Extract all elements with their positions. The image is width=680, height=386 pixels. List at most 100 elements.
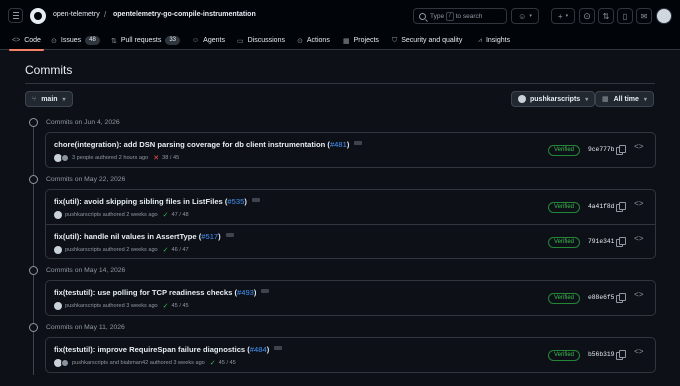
tab-security[interactable]: ⛉ Security and quality (392, 31, 462, 50)
browse-code-icon[interactable]: <> (634, 348, 644, 357)
check-count[interactable]: 47 / 48 (172, 212, 189, 218)
github-logo-icon[interactable] (30, 8, 46, 24)
tab-insights[interactable]: ⩘ Insights (478, 31, 510, 50)
copy-icon[interactable] (616, 202, 626, 212)
commit-title-close: ) (346, 140, 350, 149)
code-icon: <> (12, 37, 21, 44)
commit-sha[interactable]: e88e6f5 (588, 294, 614, 301)
tab-code[interactable]: <> Code (9, 31, 44, 51)
author-avatar[interactable] (54, 302, 62, 310)
verified-badge[interactable]: Verified (548, 145, 581, 156)
commit-sha[interactable]: 4a41f8d (588, 203, 614, 210)
verified-badge[interactable]: Verified (548, 350, 581, 361)
author-avatar[interactable] (54, 211, 62, 219)
commit-message[interactable]: fix(util): handle nil values in AssertTy… (54, 232, 234, 241)
tab-label: Code (24, 37, 41, 44)
pr-link[interactable]: #481 (330, 140, 347, 149)
expand-message-button[interactable] (225, 233, 234, 237)
tab-issues[interactable]: ⊙ Issues 48 (51, 31, 100, 50)
commit-message[interactable]: fix(testutil): use polling for TCP readi… (54, 288, 270, 297)
commit-message[interactable]: fix(util): avoid skipping sibling files … (54, 197, 260, 206)
check-icon[interactable]: ✓ (163, 302, 169, 310)
commit-authors[interactable]: pushkarscripts (65, 212, 101, 218)
commit-title: fix(util): handle nil values in AssertTy… (54, 232, 202, 241)
commit-meta: pushkarscripts authored 2 weeks ago ✓ 46 … (54, 246, 189, 254)
shield-icon: ⛉ (392, 36, 398, 44)
commit-meta: pushkarscripts and biabman42 authored 3 … (54, 359, 236, 367)
commit-sha[interactable]: 9ce777b (588, 146, 614, 153)
tab-discussions[interactable]: ▭ Discussions (237, 31, 285, 50)
commit-group-card: fix(testutil): use polling for TCP readi… (45, 280, 656, 316)
verified-badge[interactable]: Verified (548, 293, 581, 304)
copy-icon[interactable] (616, 350, 626, 360)
user-filter-button[interactable]: pushkarscripts ▾ (511, 91, 596, 107)
author-avatar[interactable] (61, 154, 69, 162)
commit-authors[interactable]: 3 people (72, 155, 93, 161)
user-filter-avatar (518, 95, 526, 103)
copilot-button[interactable]: ☺ ▾ (511, 8, 539, 24)
browse-code-icon[interactable]: <> (634, 235, 644, 244)
discussion-icon: ▭ (237, 37, 244, 45)
browse-code-icon[interactable]: <> (634, 291, 644, 300)
inbox-icon: ✉ (640, 11, 648, 21)
menu-icon[interactable] (8, 8, 23, 23)
user-avatar[interactable] (656, 8, 672, 24)
commit-sha[interactable]: 791e341 (588, 238, 614, 245)
time-filter-button[interactable]: ▦ All time ▾ (595, 91, 654, 107)
group-date: Commits on May 22, 2026 (46, 175, 126, 183)
pr-link[interactable]: #517 (201, 232, 218, 241)
tab-agents[interactable]: ☺ Agents (192, 31, 225, 50)
breadcrumb-owner[interactable]: open-telemetry (53, 11, 100, 18)
check-icon[interactable]: ✓ (210, 359, 216, 367)
browse-code-icon[interactable]: <> (634, 200, 644, 209)
copy-icon[interactable] (616, 145, 626, 155)
x-icon[interactable]: ✕ (153, 154, 159, 162)
check-icon[interactable]: ✓ (163, 211, 169, 219)
commit-message[interactable]: chore(integration): add DSN parsing cove… (54, 140, 363, 149)
pr-link[interactable]: #493 (237, 288, 254, 297)
check-count[interactable]: 46 / 47 (172, 247, 189, 253)
commit-message[interactable]: fix(testutil): improve RequireSpan failu… (54, 345, 283, 354)
tab-projects[interactable]: ▦ Projects (343, 31, 379, 50)
check-count[interactable]: 45 / 45 (172, 303, 189, 309)
commit-group-header: Commits on Jun 4, 2026 (29, 117, 120, 127)
tab-pull-requests[interactable]: ⇅ Pull requests 33 (111, 31, 181, 50)
check-count[interactable]: 38 / 45 (162, 155, 179, 161)
group-date: Commits on May 14, 2026 (46, 266, 126, 274)
expand-message-button[interactable] (251, 198, 260, 202)
timeline-line (33, 125, 34, 375)
repositories-button[interactable]: ▯ (617, 8, 633, 24)
verified-badge[interactable]: Verified (548, 202, 581, 213)
copy-icon[interactable] (616, 293, 626, 303)
breadcrumb-repo[interactable]: opentelemetry-go-compile-instrumentation (113, 11, 256, 18)
branch-selector[interactable]: ⑂ main ▾ (25, 91, 73, 107)
expand-message-button[interactable] (354, 141, 363, 145)
author-avatar[interactable] (61, 359, 69, 367)
check-icon[interactable]: ✓ (163, 246, 169, 254)
commit-authors[interactable]: pushkarscripts (65, 303, 101, 309)
expand-message-button[interactable] (274, 346, 283, 350)
search-icon (419, 12, 426, 20)
pr-link[interactable]: #484 (250, 345, 267, 354)
browse-code-icon[interactable]: <> (634, 143, 644, 152)
commit-title-close: ) (244, 197, 247, 206)
issues-button[interactable]: ⊙ (579, 8, 595, 24)
tab-count: 48 (85, 36, 100, 45)
search-input[interactable]: Type / to search (413, 8, 507, 24)
verified-badge[interactable]: Verified (548, 237, 581, 248)
pull-requests-button[interactable]: ⇅ (598, 8, 614, 24)
tab-actions[interactable]: ⊙ Actions (297, 31, 330, 50)
commit-row: fix(util): handle nil values in AssertTy… (46, 224, 655, 258)
author-avatar[interactable] (54, 246, 62, 254)
copy-icon[interactable] (616, 237, 626, 247)
pr-link[interactable]: #535 (227, 197, 244, 206)
commit-authors[interactable]: pushkarscripts (65, 247, 101, 253)
check-count[interactable]: 45 / 45 (219, 360, 236, 366)
commit-authors[interactable]: pushkarscripts and biabman42 (72, 360, 148, 366)
commit-sha[interactable]: b56b319 (588, 351, 614, 358)
create-new-button[interactable]: + ▾ (551, 8, 575, 24)
notifications-button[interactable]: ✉ (636, 8, 652, 24)
expand-message-button[interactable] (261, 289, 270, 293)
commit-time: authored 3 weeks ago (102, 303, 158, 309)
commit-dot-icon (29, 265, 38, 275)
